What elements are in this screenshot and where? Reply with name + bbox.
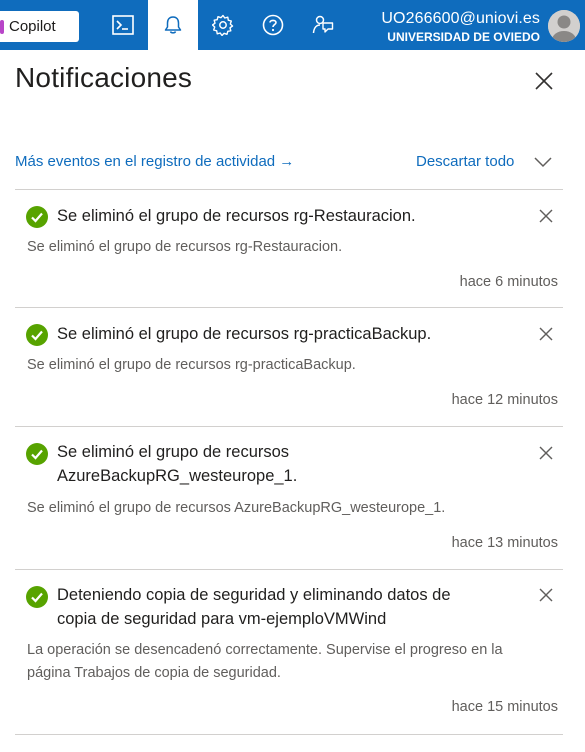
copilot-label: Copilot bbox=[9, 18, 56, 35]
notification-title-line: Deteniendo copia de seguridad y eliminan… bbox=[57, 586, 451, 604]
success-check-icon bbox=[26, 586, 48, 608]
user-account[interactable]: UO266600@uniovi.es UNIVERSIDAD DE OVIEDO bbox=[381, 9, 540, 45]
notification-item[interactable]: Deteniendo copia de seguridad y eliminan… bbox=[15, 570, 563, 735]
cloud-shell-button[interactable] bbox=[98, 0, 148, 50]
notification-time: hace 13 minutos bbox=[451, 535, 558, 551]
notification-item[interactable]: Se eliminó el grupo de recursos AzureBac… bbox=[15, 427, 563, 567]
cloud-shell-icon bbox=[112, 15, 134, 35]
gear-icon bbox=[212, 14, 234, 36]
top-bar: Copilot UO266600@uniovi.es UNIVERSIDAD D… bbox=[0, 0, 585, 50]
notification-title: Deteniendo copia de seguridad y eliminan… bbox=[57, 583, 527, 631]
bell-icon bbox=[164, 16, 182, 34]
notifications-button[interactable] bbox=[148, 0, 198, 50]
help-icon bbox=[262, 14, 284, 36]
notification-title-line: Se eliminó el grupo de recursos bbox=[57, 443, 290, 461]
avatar[interactable] bbox=[548, 10, 580, 42]
notification-title: Se eliminó el grupo de recursos rg-pract… bbox=[57, 325, 432, 343]
notification-description: Se eliminó el grupo de recursos rg-Resta… bbox=[27, 239, 343, 255]
notification-description: Se eliminó el grupo de recursos rg-pract… bbox=[27, 357, 356, 373]
feedback-icon bbox=[312, 15, 334, 34]
chevron-down-icon[interactable] bbox=[533, 156, 553, 168]
settings-button[interactable] bbox=[198, 0, 248, 50]
success-check-icon bbox=[26, 443, 48, 465]
notification-description-line: La operación se desencadenó correctament… bbox=[27, 642, 503, 658]
dismiss-notification-icon[interactable] bbox=[538, 326, 554, 342]
notification-title: Se eliminó el grupo de recursos rg-Resta… bbox=[57, 207, 416, 225]
close-icon[interactable] bbox=[533, 70, 555, 92]
dismiss-notification-icon[interactable] bbox=[538, 208, 554, 224]
notification-item[interactable]: Se eliminó el grupo de recursos rg-Resta… bbox=[15, 190, 563, 308]
notification-description: La operación se desencadenó correctament… bbox=[27, 639, 557, 685]
success-check-icon bbox=[26, 324, 48, 346]
notification-item[interactable]: Se eliminó el grupo de recursos rg-pract… bbox=[15, 308, 563, 426]
user-email: UO266600@uniovi.es bbox=[381, 10, 540, 27]
notification-description-line: página Trabajos de copia de seguridad. bbox=[27, 665, 281, 681]
copilot-button[interactable]: Copilot bbox=[0, 11, 79, 42]
dismiss-all-button[interactable]: Descartar todo bbox=[416, 153, 514, 170]
notification-title-line: copia de seguridad para vm-ejemploVMWind bbox=[57, 610, 387, 628]
notification-time: hace 6 minutos bbox=[459, 274, 558, 290]
dismiss-notification-icon[interactable] bbox=[538, 445, 554, 461]
success-check-icon bbox=[26, 206, 48, 228]
avatar-icon bbox=[548, 10, 580, 42]
copilot-icon bbox=[0, 20, 4, 34]
notification-title: Se eliminó el grupo de recursos AzureBac… bbox=[57, 440, 507, 488]
page-title: Notificaciones bbox=[15, 62, 193, 93]
divider bbox=[15, 734, 563, 735]
activity-log-link[interactable]: Más eventos en el registro de actividad … bbox=[15, 153, 294, 170]
user-organization: UNIVERSIDAD DE OVIEDO bbox=[387, 30, 540, 44]
dismiss-notification-icon[interactable] bbox=[538, 587, 554, 603]
help-button[interactable] bbox=[248, 0, 298, 50]
notification-title-line: AzureBackupRG_westeurope_1. bbox=[57, 467, 298, 485]
notification-time: hace 12 minutos bbox=[451, 392, 558, 408]
notification-description: Se eliminó el grupo de recursos AzureBac… bbox=[27, 500, 446, 516]
notification-time: hace 15 minutos bbox=[451, 699, 558, 715]
feedback-button[interactable] bbox=[298, 0, 348, 50]
